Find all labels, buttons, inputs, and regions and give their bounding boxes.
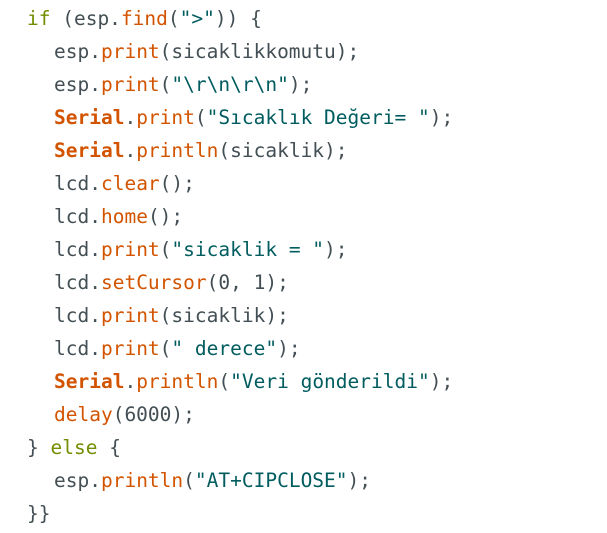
code-token: (: [159, 73, 172, 96]
keyword-token: else: [50, 436, 98, 459]
function-token: print: [100, 40, 160, 63]
code-token: lcd.: [54, 238, 101, 261]
code-token: );: [347, 469, 372, 492]
code-token: )) {: [214, 7, 262, 30]
object-token: Serial: [54, 370, 125, 393]
string-token: "Veri gönderildi": [230, 370, 430, 393]
code-token: lcd.: [54, 271, 101, 294]
code-line: Serial.print("Sıcaklık Değeri= ");: [27, 101, 607, 134]
code-token: (: [159, 238, 172, 261]
function-token: clear: [100, 172, 160, 195]
keyword-token: if: [27, 7, 51, 30]
code-token: .: [124, 370, 137, 393]
string-token: "Sıcaklık Değeri= ": [206, 106, 430, 129]
code-token: esp.: [54, 40, 101, 63]
code-line: esp.print(sicaklikkomutu);: [27, 35, 607, 68]
code-token: (0, 1);: [206, 271, 289, 294]
code-token: lcd.: [54, 337, 101, 360]
function-token: print: [100, 73, 160, 96]
code-token: lcd.: [54, 172, 101, 195]
function-token: home: [100, 205, 148, 228]
code-token: (: [183, 469, 195, 492]
function-token: find: [120, 7, 168, 30]
code-token: );: [324, 238, 348, 261]
code-token: ();: [159, 172, 195, 195]
code-line: esp.print("\r\n\r\n");: [27, 68, 607, 101]
code-token: }}: [27, 502, 51, 525]
string-token: " derece": [171, 337, 278, 360]
function-token: delay: [54, 403, 113, 426]
code-token: {: [97, 436, 121, 459]
object-token: Serial: [54, 106, 125, 129]
function-token: print: [100, 337, 160, 360]
object-token: Serial: [54, 139, 125, 162]
code-token: (: [159, 337, 172, 360]
code-token: .: [124, 139, 137, 162]
code-token: (sicaklik);: [159, 304, 289, 327]
string-token: "AT+CIPCLOSE": [194, 469, 348, 492]
code-line: } else {: [27, 431, 607, 464]
code-line: lcd.print("sicaklik = ");: [27, 233, 607, 266]
function-token: println: [136, 370, 219, 393]
code-line: if (esp.find(">")) {: [27, 2, 607, 35]
function-token: println: [100, 469, 184, 492]
code-line: Serial.println("Veri gönderildi");: [27, 365, 607, 398]
code-line: Serial.println(sicaklik);: [27, 134, 607, 167]
code-token: (esp.: [50, 7, 121, 30]
code-token: lcd.: [54, 304, 101, 327]
code-line: lcd.print(" derece");: [27, 332, 607, 365]
code-token: lcd.: [54, 205, 101, 228]
code-token: );: [429, 370, 454, 393]
function-token: println: [136, 139, 219, 162]
code-line: esp.println("AT+CIPCLOSE");: [27, 464, 607, 497]
code-line: lcd.setCursor(0, 1);: [27, 266, 607, 299]
code-token: (sicaklikkomutu);: [159, 40, 360, 63]
code-line: lcd.print(sicaklik);: [27, 299, 607, 332]
code-token: (sicaklik);: [218, 139, 348, 162]
code-line: delay(6000);: [27, 398, 607, 431]
string-token: ">": [179, 7, 215, 30]
code-token: );: [429, 106, 454, 129]
function-token: print: [136, 106, 195, 129]
code-token: (: [218, 370, 231, 393]
code-token: esp.: [54, 73, 101, 96]
string-token: "sicaklik = ": [171, 238, 325, 261]
code-line: }}: [27, 497, 607, 530]
code-token: }: [27, 436, 51, 459]
code-token: .: [124, 106, 137, 129]
code-token: (: [194, 106, 207, 129]
function-token: print: [100, 238, 160, 261]
code-line: lcd.clear();: [27, 167, 607, 200]
code-token: (: [167, 7, 180, 30]
code-token: ();: [147, 205, 184, 228]
code-token: );: [288, 73, 313, 96]
code-token: esp.: [54, 469, 101, 492]
code-token: (6000);: [112, 403, 195, 426]
code-line: lcd.home();: [27, 200, 607, 233]
function-token: print: [100, 304, 160, 327]
function-token: setCursor: [100, 271, 207, 294]
code-editor[interactable]: if (esp.find(">")) {esp.print(sicaklikko…: [0, 0, 607, 533]
code-token: );: [277, 337, 301, 360]
string-token: "\r\n\r\n": [171, 73, 289, 96]
